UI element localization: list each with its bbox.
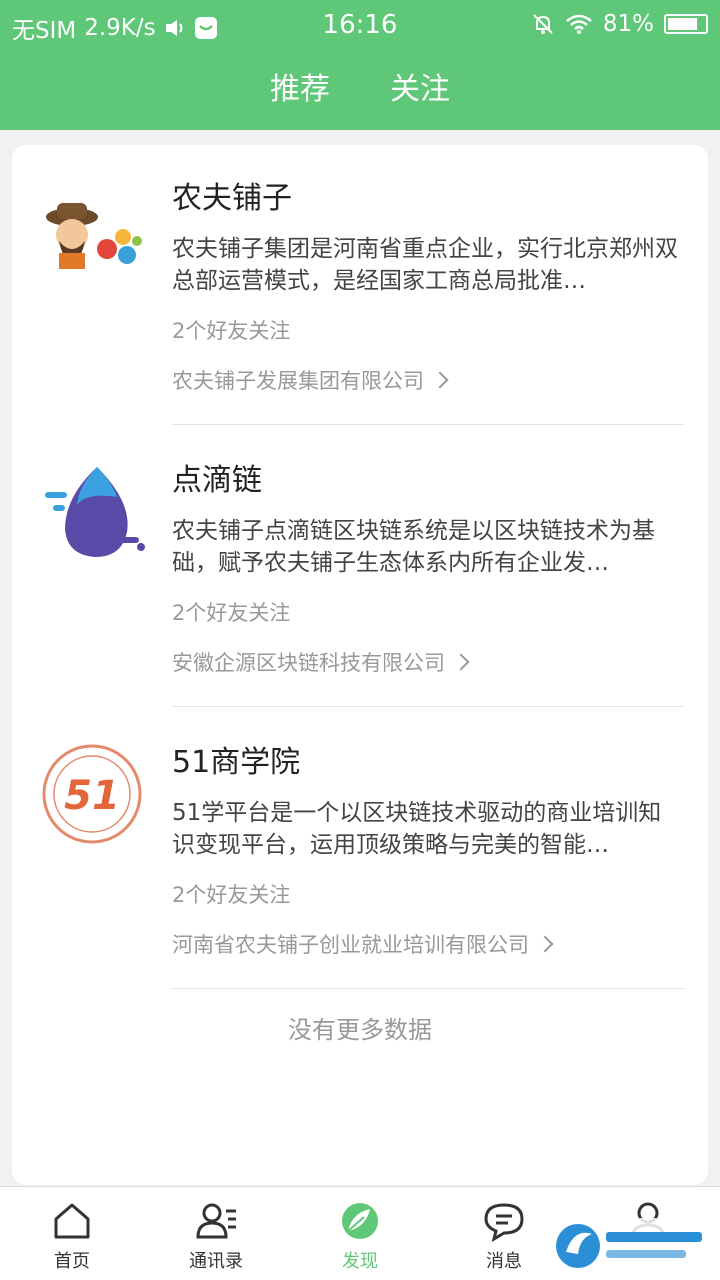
tab-recommend[interactable]: 推荐 xyxy=(270,70,330,110)
home-icon xyxy=(54,1203,90,1239)
nav-contacts[interactable]: 通讯录 xyxy=(144,1195,288,1279)
app-header: 无SIM 2.9K/s 16:16 81% 推荐 关注 xyxy=(0,0,720,130)
chevron-right-icon xyxy=(452,653,470,671)
item-title: 农夫铺子 xyxy=(172,181,292,216)
list-item[interactable]: 农夫铺子 农夫铺子集团是河南省重点企业，实行北京郑州双总部运营模式，是经国家工商… xyxy=(12,145,708,427)
friends-follow-count: 2个好友关注 xyxy=(172,883,291,907)
wifi-icon xyxy=(566,14,592,34)
discover-icon xyxy=(342,1203,378,1239)
message-icon xyxy=(484,1203,524,1243)
contacts-icon xyxy=(196,1203,236,1239)
battery-percent: 81% xyxy=(602,11,654,37)
nav-label: 首页 xyxy=(54,1251,90,1272)
watermark-logo-icon xyxy=(552,1218,712,1274)
friends-follow-count: 2个好友关注 xyxy=(172,319,291,343)
chevron-right-icon xyxy=(536,935,554,953)
top-tabs: 推荐 关注 xyxy=(0,70,720,110)
alarm-muted-icon xyxy=(533,14,553,34)
farmer-shop-logo-icon xyxy=(46,203,142,269)
list-item[interactable]: 51 51商学院 51学平台是一个以区块链技术驱动的商业培训知识变现平台，运用顶… xyxy=(12,709,708,991)
divider xyxy=(172,988,684,989)
item-description: 农夫铺子集团是河南省重点企业，实行北京郑州双总部运营模式，是经国家工商总局批准… xyxy=(172,236,678,294)
nav-discover[interactable]: 发现 xyxy=(288,1195,432,1279)
nav-home[interactable]: 首页 xyxy=(0,1195,144,1279)
item-description: 农夫铺子点滴链区块链系统是以区块链技术为基础，赋予农夫铺子生态体系内所有企业发… xyxy=(172,518,655,576)
company-link[interactable]: 农夫铺子发展集团有限公司 xyxy=(172,365,449,395)
divider xyxy=(172,424,684,425)
nav-label: 发现 xyxy=(342,1251,378,1272)
battery-level xyxy=(668,18,697,30)
list-item[interactable]: 点滴链 农夫铺子点滴链区块链系统是以区块链技术为基础，赋予农夫铺子生态体系内所有… xyxy=(12,427,708,709)
company-link[interactable]: 安徽企源区块链科技有限公司 xyxy=(172,647,470,677)
company-name: 安徽企源区块链科技有限公司 xyxy=(172,651,445,675)
logo-text: 51 xyxy=(64,773,120,819)
battery-icon xyxy=(664,14,708,34)
no-more-data-label: 没有更多数据 xyxy=(288,1016,432,1044)
company-name: 河南省农夫铺子创业就业培训有限公司 xyxy=(172,933,529,957)
status-bar: 无SIM 2.9K/s 16:16 81% xyxy=(0,0,720,52)
company-list: 农夫铺子 农夫铺子集团是河南省重点企业，实行北京郑州双总部运营模式，是经国家工商… xyxy=(12,145,708,1185)
item-title: 51商学院 xyxy=(172,745,301,780)
item-description: 51学平台是一个以区块链技术驱动的商业培训知识变现平台，运用顶级策略与完美的智能… xyxy=(172,800,662,858)
friends-follow-count: 2个好友关注 xyxy=(172,601,291,625)
divider xyxy=(172,706,684,707)
chevron-right-icon xyxy=(431,371,449,389)
item-title: 点滴链 xyxy=(172,463,262,498)
tab-follow[interactable]: 关注 xyxy=(390,70,450,110)
nav-label: 通讯录 xyxy=(189,1251,243,1272)
company-name: 农夫铺子发展集团有限公司 xyxy=(172,369,424,393)
business-school-logo-icon: 51 xyxy=(42,744,142,844)
company-link[interactable]: 河南省农夫铺子创业就业培训有限公司 xyxy=(172,929,554,959)
drop-chain-logo-icon xyxy=(45,467,145,557)
